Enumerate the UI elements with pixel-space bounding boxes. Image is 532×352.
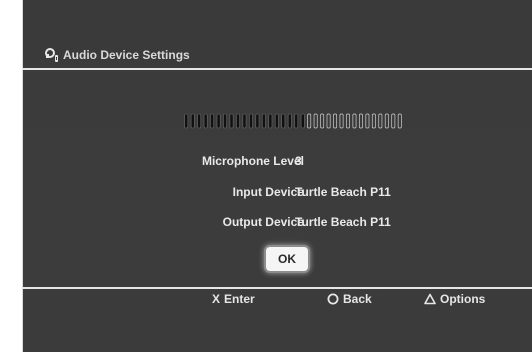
- back-hint-label: Back: [343, 292, 372, 306]
- microphone-level-label: Microphone Level: [201, 154, 304, 168]
- circle-icon: [327, 293, 339, 305]
- options-hint[interactable]: Options: [424, 292, 485, 306]
- microphone-level-row[interactable]: Microphone Level 3: [22, 154, 532, 172]
- meter-segment-empty: [352, 113, 357, 129]
- options-hint-label: Options: [440, 292, 486, 306]
- input-device-row[interactable]: Input Device Turtle Beach P11: [22, 185, 532, 203]
- meter-segment-empty: [391, 113, 396, 129]
- back-hint[interactable]: Back: [327, 292, 372, 306]
- meter-segment-filled: [261, 113, 266, 129]
- input-device-value: Turtle Beach P11: [295, 185, 391, 199]
- headset-icon: [45, 48, 58, 62]
- ok-button[interactable]: OK: [266, 247, 308, 271]
- triangle-icon: [424, 293, 436, 305]
- meter-segment-filled: [223, 113, 227, 129]
- meter-segment-filled: [184, 113, 189, 129]
- meter-segment-empty: [326, 113, 331, 129]
- microphone-level-meter: [184, 113, 402, 129]
- cross-button-glyph: X: [212, 292, 221, 306]
- meter-segment-filled: [236, 113, 240, 129]
- meter-segment-empty: [333, 113, 338, 129]
- meter-segment-filled: [300, 113, 305, 129]
- meter-segment-filled: [190, 113, 195, 129]
- meter-segment-filled: [197, 113, 202, 129]
- meter-segment-filled: [229, 113, 234, 129]
- meter-segment-filled: [274, 113, 279, 129]
- meter-segment-filled: [294, 113, 299, 129]
- meter-segment-filled: [287, 113, 292, 129]
- audio-settings-screen: Audio Device Settings Microphone Level 3…: [0, 0, 532, 352]
- meter-segment-filled: [255, 113, 260, 129]
- meter-segment-empty: [346, 113, 350, 129]
- meter-segment-empty: [307, 113, 312, 129]
- dialog-title: Audio Device Settings: [63, 48, 190, 62]
- enter-hint-label: Enter: [224, 292, 255, 306]
- meter-segment-empty: [358, 113, 363, 129]
- output-device-value: Turtle Beach P11: [295, 215, 391, 229]
- dialog-title-row: Audio Device Settings: [44, 44, 190, 66]
- input-device-label: Input Device: [232, 185, 304, 199]
- meter-segment-filled: [210, 113, 215, 129]
- meter-segment-filled: [249, 113, 253, 129]
- meter-segment-empty: [339, 113, 344, 129]
- meter-segment-filled: [281, 113, 286, 129]
- output-device-label: Output Device: [222, 215, 304, 229]
- meter-segment-filled: [268, 113, 273, 129]
- top-divider: [22, 68, 532, 70]
- microphone-level-value: 3: [295, 154, 302, 168]
- meter-segment-empty: [384, 113, 389, 129]
- meter-segment-empty: [365, 113, 370, 129]
- output-device-row[interactable]: Output Device Turtle Beach P11: [22, 215, 532, 233]
- meter-segment-empty: [371, 113, 376, 129]
- meter-segment-empty: [378, 113, 383, 129]
- meter-segment-empty: [313, 113, 318, 129]
- meter-segment-filled: [216, 113, 221, 129]
- meter-segment-empty: [320, 113, 325, 129]
- enter-hint[interactable]: X Enter: [212, 292, 255, 306]
- button-hints-bar: X Enter Back Options: [0, 292, 532, 310]
- meter-segment-filled: [242, 113, 247, 129]
- meter-segment-filled: [203, 113, 208, 129]
- meter-segment-empty: [397, 113, 402, 129]
- bottom-divider: [22, 287, 532, 289]
